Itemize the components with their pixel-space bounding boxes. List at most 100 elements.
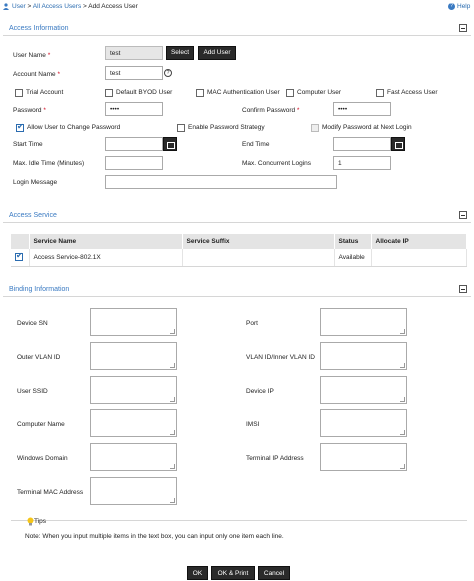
- password-label: Password *: [13, 107, 46, 114]
- max-idle-time-label: Max. Idle Time (Minutes): [13, 160, 85, 167]
- modify-password-next-login-checkbox[interactable]: [311, 124, 319, 132]
- allocate-ip-cell[interactable]: [371, 249, 467, 267]
- computer-user-label: Computer User: [297, 89, 342, 96]
- login-message-field[interactable]: [105, 175, 337, 189]
- device-sn-textarea[interactable]: [90, 308, 177, 336]
- terminal-mac-address-label: Terminal MAC Address: [17, 489, 84, 496]
- confirm-password-field[interactable]: ••••: [333, 102, 391, 116]
- default-byod-user-label: Default BYOD User: [116, 89, 173, 96]
- fast-access-user-checkbox[interactable]: [376, 89, 384, 97]
- user-icon: [3, 3, 9, 10]
- terminal-ip-address-label: Terminal IP Address: [246, 455, 304, 462]
- terminal-ip-address-textarea[interactable]: [320, 443, 407, 471]
- status-cell: Available: [334, 249, 372, 267]
- end-time-field[interactable]: [333, 137, 391, 151]
- collapse-icon[interactable]: [459, 285, 467, 293]
- top-bar: User > All Access Users > Add Access Use…: [0, 0, 474, 14]
- vlan-inner-vlan-id-textarea[interactable]: [320, 342, 407, 370]
- account-name-field[interactable]: test: [105, 66, 163, 80]
- help-icon[interactable]: ?: [448, 3, 455, 10]
- user-ssid-textarea[interactable]: [90, 376, 177, 404]
- port-textarea[interactable]: [320, 308, 407, 336]
- column-header: Service Suffix: [182, 234, 335, 249]
- collapse-icon[interactable]: [459, 211, 467, 219]
- modify-password-next-login-label: Modify Password at Next Login: [322, 124, 412, 131]
- service-name-cell: Access Service-802.1X: [29, 249, 183, 267]
- max-concurrent-logins-field[interactable]: 1: [333, 156, 391, 170]
- user-name-label: User Name *: [13, 52, 51, 59]
- device-ip-textarea[interactable]: [320, 376, 407, 404]
- calendar-icon[interactable]: [163, 137, 177, 151]
- tips-note: Note: When you input multiple items in t…: [25, 533, 284, 540]
- device-ip-label: Device IP: [246, 388, 274, 395]
- user-name-field[interactable]: test: [105, 46, 163, 60]
- binding-information-header: Binding Information: [3, 283, 471, 297]
- outer-vlan-id-textarea[interactable]: [90, 342, 177, 370]
- ok-print-button[interactable]: OK & Print: [211, 566, 255, 580]
- select-column-header: [11, 234, 30, 249]
- trial-account-label: Trial Account: [26, 89, 64, 96]
- select-button[interactable]: Select: [166, 46, 194, 60]
- column-header: Allocate IP: [371, 234, 467, 249]
- fast-access-user-label: Fast Access User: [387, 89, 438, 96]
- breadcrumb-current: Add Access User: [88, 3, 138, 10]
- breadcrumb-separator: >: [27, 3, 32, 10]
- windows-domain-textarea[interactable]: [90, 443, 177, 471]
- login-message-label: Login Message: [13, 179, 58, 186]
- port-label: Port: [246, 320, 258, 327]
- cancel-button[interactable]: Cancel: [258, 566, 290, 580]
- service-suffix-cell[interactable]: [182, 249, 335, 267]
- column-header: Status: [334, 234, 372, 249]
- collapse-icon[interactable]: [459, 24, 467, 32]
- table-header-row: Service Name Service Suffix Status Alloc…: [11, 234, 467, 249]
- mac-authentication-user-checkbox[interactable]: [196, 89, 204, 97]
- section-title: Access Information: [9, 25, 69, 32]
- allow-change-password-label: Allow User to Change Password: [27, 124, 121, 131]
- imsi-textarea[interactable]: [320, 409, 407, 437]
- imsi-label: IMSI: [246, 421, 260, 428]
- trial-account-checkbox[interactable]: [15, 89, 23, 97]
- max-concurrent-logins-label: Max. Concurrent Logins: [242, 160, 312, 167]
- mac-authentication-user-label: MAC Authentication User: [207, 89, 280, 96]
- user-ssid-label: User SSID: [17, 388, 48, 395]
- breadcrumb: User > All Access Users > Add Access Use…: [12, 3, 138, 10]
- computer-name-textarea[interactable]: [90, 409, 177, 437]
- access-service-table: Service Name Service Suffix Status Alloc…: [11, 234, 467, 267]
- add-user-button[interactable]: Add User: [198, 46, 236, 60]
- enable-password-strategy-label: Enable Password Strategy: [188, 124, 265, 131]
- enable-password-strategy-checkbox[interactable]: [177, 124, 185, 132]
- account-name-label: Account Name *: [13, 71, 60, 78]
- lightbulb-icon: [27, 517, 34, 526]
- computer-name-label: Computer Name: [17, 421, 65, 428]
- access-service-header: Access Service: [3, 209, 471, 223]
- breadcrumb-separator: >: [83, 3, 87, 10]
- device-sn-label: Device SN: [17, 320, 48, 327]
- row-select-cell[interactable]: [11, 249, 30, 267]
- windows-domain-label: Windows Domain: [17, 455, 68, 462]
- access-information-header: Access Information: [3, 22, 471, 36]
- breadcrumb-all-access-users[interactable]: All Access Users: [33, 3, 81, 10]
- column-header: Service Name: [29, 234, 183, 249]
- breadcrumb-user[interactable]: User: [12, 3, 26, 10]
- help-link[interactable]: Help: [457, 3, 470, 10]
- ok-button[interactable]: OK: [187, 566, 208, 580]
- confirm-password-label: Confirm Password *: [242, 107, 300, 114]
- terminal-mac-address-textarea[interactable]: [90, 477, 177, 505]
- computer-user-checkbox[interactable]: [286, 89, 294, 97]
- max-idle-time-field[interactable]: [105, 156, 163, 170]
- row-checkbox[interactable]: [15, 251, 23, 262]
- start-time-label: Start Time: [13, 141, 43, 148]
- tips-title: Tips: [34, 518, 47, 525]
- tips-panel: Tips Note: When you input multiple items…: [11, 517, 467, 552]
- default-byod-user-checkbox[interactable]: [105, 89, 113, 97]
- end-time-label: End Time: [242, 141, 270, 148]
- section-title: Access Service: [9, 212, 57, 219]
- start-time-field[interactable]: [105, 137, 163, 151]
- allow-change-password-checkbox[interactable]: [16, 122, 24, 132]
- password-field[interactable]: ••••: [105, 102, 163, 116]
- section-title: Binding Information: [9, 286, 70, 293]
- table-row[interactable]: Access Service-802.1X Available: [11, 249, 467, 267]
- vlan-inner-vlan-id-label: VLAN ID/Inner VLAN ID: [246, 354, 315, 361]
- calendar-icon[interactable]: [391, 137, 405, 151]
- info-icon[interactable]: ?: [164, 69, 172, 77]
